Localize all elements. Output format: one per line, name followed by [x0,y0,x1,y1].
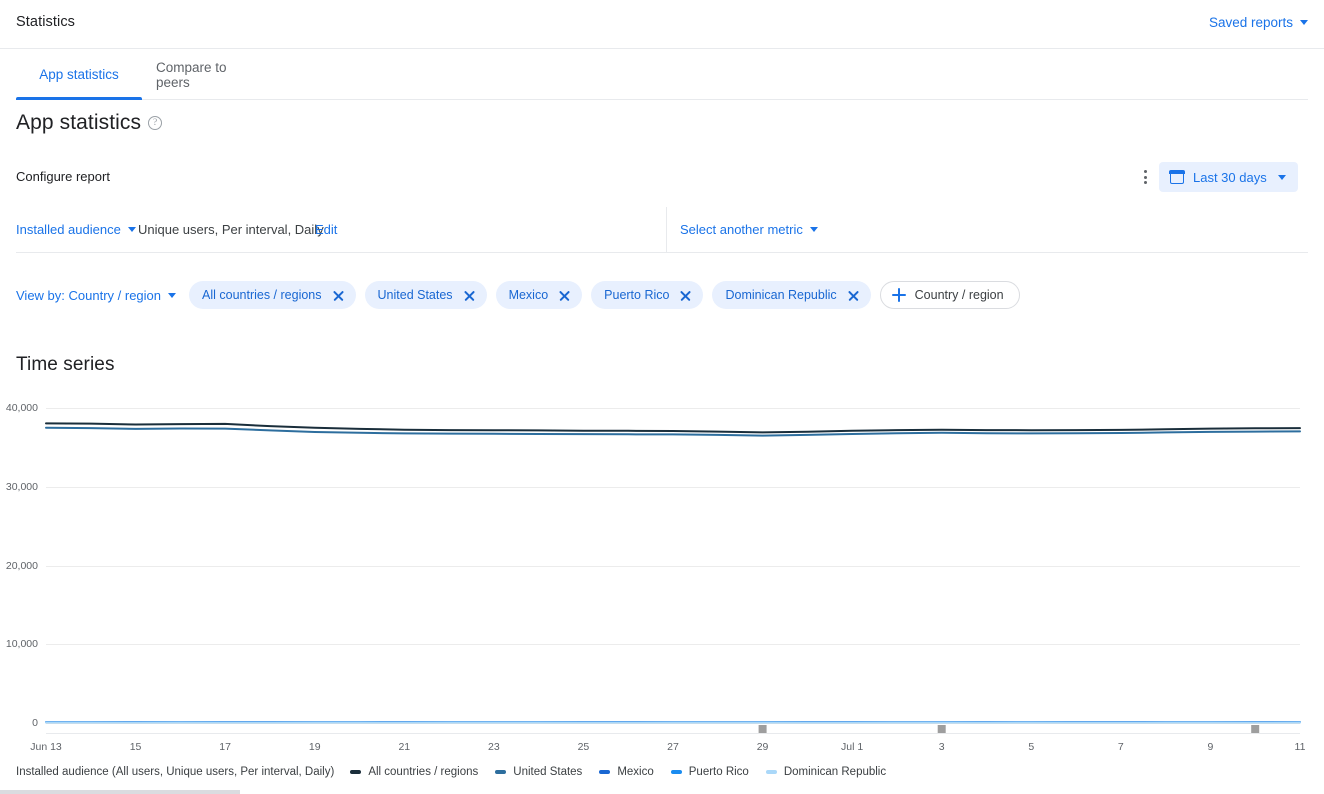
chevron-down-icon [127,227,136,232]
filter-chip-dominican-republic[interactable]: Dominican Republic [712,281,871,309]
legend-swatch [350,770,362,774]
legend-swatch [495,770,507,774]
view-by-dropdown[interactable]: View by: Country / region [16,288,176,303]
saved-reports-label: Saved reports [1208,15,1293,30]
legend-swatch [670,770,682,774]
edit-metric-link[interactable]: Edit [315,222,337,237]
select-another-metric-label: Select another metric [680,222,803,237]
legend-swatch [765,770,777,774]
tab-bar: App statistics Compare to peers [0,49,1324,100]
chevron-down-icon [1300,20,1308,25]
tab-app-statistics-label: App statistics [39,67,119,82]
metric-description: Unique users, Per interval, Daily [138,222,324,237]
chart-data-marker [758,725,767,733]
chart-data-marker [937,725,946,733]
filter-chip-label: United States [377,288,453,302]
chart-line-all-countries-regions [45,422,1301,434]
close-icon[interactable] [847,289,860,302]
top-bar: Statistics Saved reports [0,0,1324,49]
legend-item-all-countries[interactable]: All countries / regions [350,766,478,778]
tab-compare-to-peers-label: Compare to peers [156,59,227,90]
statistics-page: Statistics Saved reports App statistics … [0,0,1324,794]
filter-chips-row: View by: Country / region All countries … [16,272,1308,318]
filter-chip-mexico[interactable]: Mexico [495,281,583,309]
legend-item-united-states[interactable]: United States [495,766,582,778]
metric-row: Installed audience Unique users, Per int… [16,207,1308,253]
filter-chip-all-countries[interactable]: All countries / regions [189,281,356,309]
select-another-metric-dropdown[interactable]: Select another metric [680,222,818,237]
time-series-chart: 0 10,000 20,000 30,000 40,000 Jun 13 15 17 19 21… [0,396,1324,761]
plus-icon [891,288,906,302]
filter-chip-united-states[interactable]: United States [364,281,487,309]
chevron-down-icon [809,227,818,232]
legend-label: All countries / regions [368,766,479,778]
kebab-dot [1143,170,1147,173]
metric-divider [666,207,667,253]
help-icon[interactable]: ? [148,116,163,130]
legend-label: Mexico [617,766,654,778]
kebab-dot [1143,181,1147,184]
chart-title: Time series [16,354,115,375]
filter-chip-label: Mexico [508,288,549,302]
tab-app-statistics[interactable]: App statistics [16,49,142,100]
legend-item-dominican-republic[interactable]: Dominican Republic [765,766,887,778]
tab-compare-to-peers[interactable]: Compare to peers [142,49,271,100]
add-country-region-label: Country / region [914,288,1004,302]
filter-chip-label: All countries / regions [202,288,322,302]
filter-chip-label: Puerto Rico [604,288,670,302]
filter-chip-label: Dominican Republic [725,288,837,302]
filter-chip-puerto-rico[interactable]: Puerto Rico [591,281,704,309]
kebab-dot [1143,175,1147,179]
view-by-label: View by: Country / region [16,287,161,303]
chart-series-layer [45,422,1301,733]
chart-data-marker [1251,725,1260,733]
legend-caption: Installed audience (All users, Unique us… [16,766,335,778]
close-icon[interactable] [558,289,571,302]
calendar-icon [1169,169,1185,184]
legend-label: United States [513,766,583,778]
chevron-down-icon [168,292,176,298]
close-icon[interactable] [332,289,345,302]
section-heading-title: App statistics [16,111,142,134]
legend-item-puerto-rico[interactable]: Puerto Rico [670,766,749,778]
legend-label: Puerto Rico [688,766,749,778]
legend-label: Dominican Republic [783,766,887,778]
more-vert-icon[interactable] [1133,165,1157,189]
page-title: Statistics [16,14,76,30]
date-range-button[interactable]: Last 30 days [1159,162,1298,192]
saved-reports-button[interactable]: Saved reports [1209,15,1308,30]
date-range-label: Last 30 days [1193,169,1267,185]
close-icon[interactable] [463,289,476,302]
installed-audience-label: Installed audience [16,222,121,237]
legend-swatch [599,770,611,774]
section-heading: App statistics ? [16,111,163,135]
configure-report-label: Configure report [16,169,110,184]
chevron-down-icon [1278,174,1286,180]
chart-legend: Installed audience (All users, Unique us… [16,766,903,778]
installed-audience-dropdown[interactable]: Installed audience [16,222,136,237]
add-country-region-chip[interactable]: Country / region [879,281,1020,309]
close-icon[interactable] [679,289,692,302]
horizontal-scrollbar[interactable] [0,790,240,794]
legend-item-mexico[interactable]: Mexico [599,766,654,778]
